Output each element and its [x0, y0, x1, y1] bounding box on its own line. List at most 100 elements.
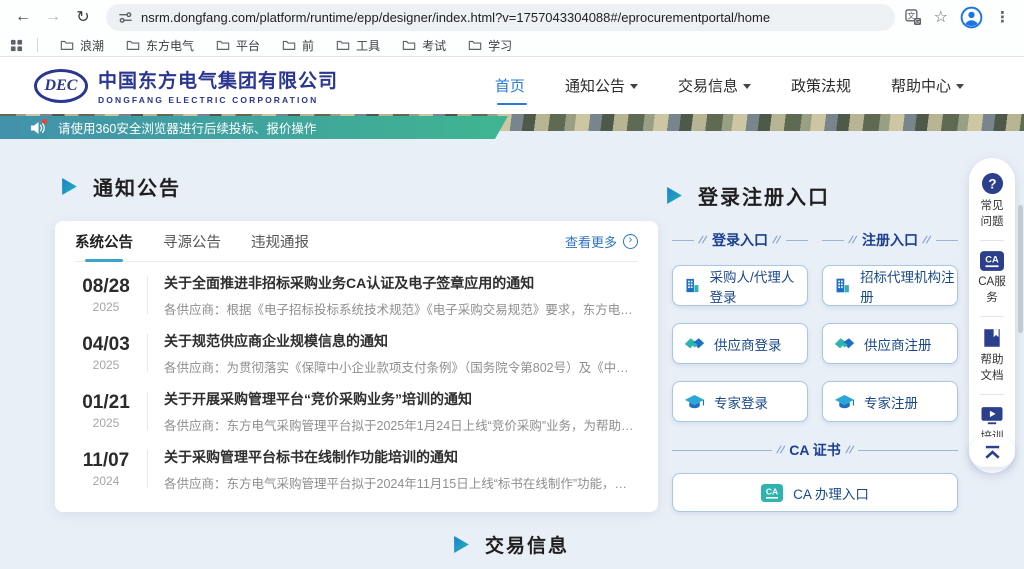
nav-notices[interactable]: 通知公告 [565, 75, 638, 96]
site-header: DEC 中国东方电气集团有限公司 DONGFANG ELECTRIC CORPO… [0, 57, 1024, 114]
bookmarks-bar: 浪潮 东方电气 平台 前 工具 考试 学习 [0, 34, 1024, 56]
notice-title[interactable]: 关于规范供应商企业规模信息的通知 [164, 331, 638, 351]
ca-entry-button[interactable]: CA CA 办理入口 [672, 473, 958, 512]
bookmark-star-icon[interactable]: ☆ [934, 7, 948, 27]
login-section-heading: 登录注册入口 [665, 181, 830, 210]
ca-badge-icon: CA [980, 251, 1004, 271]
handshake-icon [834, 336, 855, 351]
expert-login-button[interactable]: 专家登录 [672, 381, 808, 422]
scroll-top-icon [983, 445, 1002, 459]
building-icon [834, 276, 851, 295]
nav-home[interactable]: 首页 [495, 75, 525, 96]
folder-icon [216, 39, 230, 51]
list-item[interactable]: 04/03 2025 关于规范供应商企业规模信息的通知 各供应商：为贯彻落实《保… [75, 328, 638, 378]
bookmark-folder[interactable]: 考试 [394, 35, 454, 56]
purchaser-login-button[interactable]: 采购人/代理人登录 [672, 265, 808, 306]
notice-section-heading: 通知公告 [60, 172, 181, 201]
company-name-cn: 中国东方电气集团有限公司 [98, 66, 338, 93]
ca-service-rail-item[interactable]: CA CA服务 [978, 249, 1006, 308]
section-arrow-icon [60, 178, 79, 195]
section-arrow-icon [452, 536, 471, 553]
tab-system-notices[interactable]: 系统公告 [75, 221, 133, 261]
bookmark-folder[interactable]: 前 [274, 35, 322, 56]
announcement-ticker: 请使用360安全浏览器进行后续投标、报价操作 [0, 116, 508, 139]
nav-help-center[interactable]: 帮助中心 [891, 75, 964, 96]
tab-sourcing-notices[interactable]: 寻源公告 [163, 221, 221, 261]
register-column-header: // 注册入口 // [822, 230, 958, 250]
back-to-top-button[interactable] [969, 437, 1015, 467]
apps-grid-icon[interactable] [10, 39, 23, 52]
bookmark-folder[interactable]: 平台 [208, 35, 268, 56]
tab-violation-reports[interactable]: 违规通报 [251, 221, 309, 261]
notice-desc: 各供应商：东方电气采购管理平台拟于2025年1月24日上线“竞价采购”业务，为帮… [164, 415, 638, 434]
translate-icon[interactable]: 文 G [905, 9, 922, 26]
trade-section-heading: 交易信息 [452, 531, 569, 558]
handshake-icon [684, 336, 705, 351]
login-column-header: // 登录入口 // [672, 230, 808, 250]
book-icon [981, 327, 1003, 349]
chevron-down-icon [630, 84, 638, 89]
supplier-register-button[interactable]: 供应商注册 [822, 323, 958, 364]
address-bar[interactable]: nsrm.dongfang.com/platform/runtime/epp/d… [106, 4, 895, 31]
notice-title[interactable]: 关于开展采购管理平台“竞价采购业务”培训的通知 [164, 389, 638, 409]
folder-icon [282, 39, 296, 51]
divider [147, 450, 148, 488]
list-item[interactable]: 08/28 2025 关于全面推进非招标采购业务CA认证及电子签章应用的通知 各… [75, 270, 638, 320]
back-button[interactable]: ← [10, 4, 36, 30]
company-name-en: DONGFANG ELECTRIC CORPORATION [98, 95, 338, 105]
ca-section-header: // CA 证书 // [672, 440, 958, 460]
folder-icon [468, 39, 482, 51]
list-item[interactable]: 01/21 2025 关于开展采购管理平台“竞价采购业务”培训的通知 各供应商：… [75, 386, 638, 436]
reload-button[interactable]: ↻ [70, 4, 96, 30]
bookmark-folder[interactable]: 学习 [460, 35, 520, 56]
divider [980, 316, 1004, 317]
section-arrow-icon [665, 187, 684, 204]
agency-register-button[interactable]: 招标代理机构注册 [822, 265, 958, 306]
floating-help-rail: ? 常见问题 CA CA服务 帮助文档 培训视频 [969, 158, 1015, 473]
ticker-text: 请使用360安全浏览器进行后续投标、报价操作 [58, 118, 316, 137]
notice-tabs: 系统公告 寻源公告 违规通报 查看更多 › [75, 221, 638, 262]
question-icon: ? [981, 172, 1004, 195]
browser-chrome: ← → ↻ nsrm.dongfang.com/platform/runtime… [0, 0, 1024, 57]
notice-date: 08/28 2025 [75, 276, 137, 314]
divider [147, 392, 148, 430]
browser-toolbar: ← → ↻ nsrm.dongfang.com/platform/runtime… [0, 0, 1024, 34]
notice-card: 系统公告 寻源公告 违规通报 查看更多 › 08/28 2025 关于全面推进非… [55, 221, 658, 512]
forward-button[interactable]: → [40, 4, 66, 30]
bookmark-folder[interactable]: 东方电气 [118, 35, 202, 56]
chevron-down-icon [956, 84, 964, 89]
page-scrollbar[interactable] [1018, 205, 1023, 333]
folder-icon [402, 39, 416, 51]
bookmark-folder[interactable]: 浪潮 [52, 35, 112, 56]
graduation-cap-icon [834, 394, 855, 410]
bookmark-folder[interactable]: 工具 [328, 35, 388, 56]
graduation-cap-icon [684, 394, 705, 410]
section-title: 通知公告 [93, 172, 181, 201]
section-title: 交易信息 [485, 531, 569, 558]
expert-register-button[interactable]: 专家注册 [822, 381, 958, 422]
nav-trade-info[interactable]: 交易信息 [678, 75, 751, 96]
nav-policies[interactable]: 政策法规 [791, 75, 851, 96]
faq-rail-item[interactable]: ? 常见问题 [978, 170, 1006, 232]
section-title: 登录注册入口 [698, 181, 830, 210]
speaker-icon [30, 121, 46, 135]
folder-icon [336, 39, 350, 51]
browser-menu-icon[interactable]: ⋮ [995, 8, 1010, 26]
site-settings-icon[interactable] [118, 10, 133, 25]
notice-title[interactable]: 关于全面推进非招标采购业务CA认证及电子签章应用的通知 [164, 273, 638, 293]
folder-icon [126, 39, 140, 51]
notice-title[interactable]: 关于采购管理平台标书在线制作功能培训的通知 [164, 447, 638, 467]
list-item[interactable]: 11/07 2024 关于采购管理平台标书在线制作功能培训的通知 各供应商：东方… [75, 444, 638, 494]
notice-date: 11/07 2024 [75, 450, 137, 488]
company-logo[interactable]: DEC 中国东方电气集团有限公司 DONGFANG ELECTRIC CORPO… [34, 66, 338, 105]
building-icon [684, 276, 701, 295]
supplier-login-button[interactable]: 供应商登录 [672, 323, 808, 364]
help-docs-rail-item[interactable]: 帮助文档 [978, 325, 1006, 386]
divider [147, 334, 148, 372]
url-text: nsrm.dongfang.com/platform/runtime/epp/d… [141, 10, 770, 25]
notice-desc: 各供应商：为贯彻落实《保障中小企业款项支付条例》（国务院令第802号）及《中小企… [164, 357, 638, 376]
profile-avatar[interactable] [960, 6, 983, 29]
view-more-link[interactable]: 查看更多 › [565, 232, 638, 251]
bookmarks-divider [37, 38, 38, 52]
svg-text:CA: CA [985, 255, 999, 265]
